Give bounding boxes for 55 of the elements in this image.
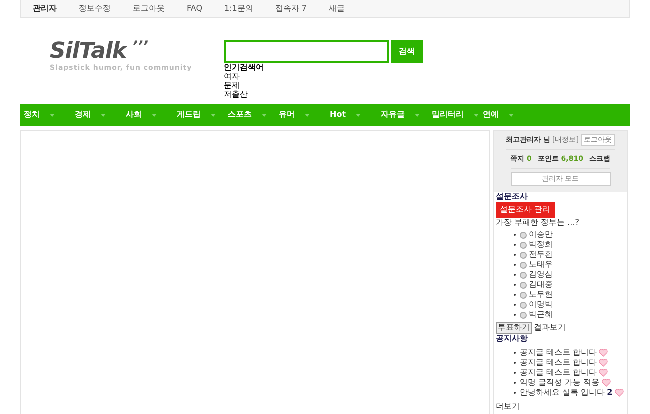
radio-button[interactable] — [520, 252, 527, 258]
notice-link[interactable]: 안녕하세요 실톡 입니다 — [520, 388, 606, 398]
poll-option: 박근혜 — [529, 310, 553, 320]
more-link[interactable]: 더보기 — [496, 402, 520, 411]
logo-marks: ’’’ — [132, 40, 148, 54]
caret-icon — [415, 114, 420, 116]
caret-icon — [152, 114, 157, 116]
notice-link[interactable]: 공지글 테스트 합니다 — [520, 368, 598, 378]
notice-link[interactable]: 공지글 테스트 합니다 — [520, 358, 598, 368]
poll-question: 가장 부패한 정부는 ...? — [496, 218, 581, 228]
notice-link[interactable]: 공지글 테스트 합니다 — [520, 348, 598, 358]
radio-button[interactable] — [520, 302, 527, 308]
top-link[interactable]: FAQ — [187, 2, 202, 14]
caret-icon — [305, 114, 310, 116]
caret-icon — [211, 114, 216, 116]
poll-option: 이승만 — [529, 230, 553, 240]
radio-button[interactable] — [520, 282, 527, 288]
search-field[interactable] — [224, 40, 389, 63]
radio-button[interactable] — [520, 272, 527, 278]
top-link[interactable]: 새글 — [329, 2, 346, 14]
poll-option: 노무현 — [529, 290, 553, 300]
poll-option: 전두환 — [529, 250, 553, 260]
poll-option: 이명박 — [529, 300, 553, 310]
notice-title: 공지사항 — [496, 334, 529, 344]
popular-title: 인기검색어 — [224, 63, 265, 72]
radio-button[interactable] — [520, 312, 527, 318]
top-link[interactable]: 로그아웃 — [133, 2, 165, 14]
radio-button[interactable] — [520, 232, 527, 238]
top-link[interactable]: 정보수정 — [79, 2, 111, 14]
caret-icon — [262, 114, 267, 116]
poll-option: 박정희 — [529, 240, 553, 250]
caret-icon — [474, 114, 479, 116]
caret-icon — [101, 114, 106, 116]
radio-button[interactable] — [520, 242, 527, 248]
caret-icon — [50, 114, 55, 116]
radio-button[interactable] — [520, 262, 527, 268]
caret-icon — [356, 114, 362, 116]
poll-manage-button[interactable]: 설문조사 관리 — [496, 202, 555, 218]
poll-title: 설문조사 — [496, 192, 529, 202]
poll-option: 김영삼 — [529, 270, 553, 280]
results-link[interactable]: 결과보기 — [534, 323, 566, 333]
comment-count: 2 — [607, 388, 613, 398]
poll-option: 김대중 — [529, 280, 553, 290]
notice-link[interactable]: 익명 글작성 가능 적용 — [520, 378, 600, 388]
top-link[interactable]: 접속자 7 — [275, 2, 308, 14]
logo-text: SilTalk — [50, 40, 126, 64]
popular-keyword[interactable]: 저출산 — [224, 90, 423, 99]
popular-keyword[interactable]: 여자 — [224, 72, 423, 81]
caret-icon — [509, 114, 514, 116]
top-link[interactable]: 1:1문의 — [224, 2, 254, 14]
vote-button[interactable]: 투표하기 — [496, 322, 532, 334]
radio-button[interactable] — [520, 292, 527, 298]
top-link[interactable]: 관리자 — [33, 2, 57, 14]
poll-option: 노태우 — [529, 260, 553, 270]
popular-keyword[interactable]: 문제 — [224, 81, 423, 90]
